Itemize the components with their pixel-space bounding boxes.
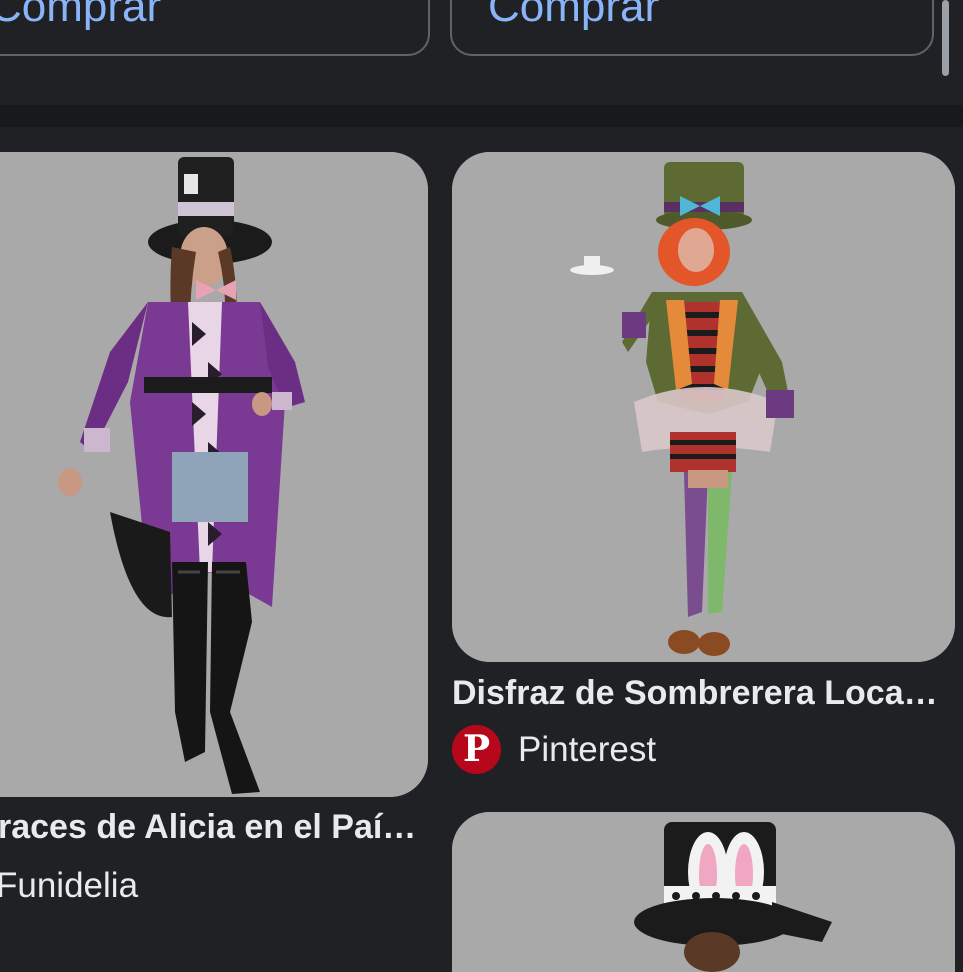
result-source-funidelia[interactable]: Funidelia xyxy=(0,866,138,906)
result-image-funidelia[interactable] xyxy=(0,152,428,797)
result-image-pinterest[interactable] xyxy=(452,152,955,662)
shopping-actions-strip: Comprar Comprar xyxy=(0,0,963,105)
result-source-pinterest[interactable]: Pinterest xyxy=(518,730,656,770)
scrollbar-thumb[interactable] xyxy=(942,0,949,76)
costume-green-hatter-illustration xyxy=(452,152,955,662)
costume-bunny-hat-illustration xyxy=(452,812,955,972)
buy-button-right-label: Comprar xyxy=(488,0,660,31)
pinterest-icon: P xyxy=(452,725,501,774)
result-image-third[interactable] xyxy=(452,812,955,972)
section-divider xyxy=(0,105,963,127)
buy-button-left-label: Comprar xyxy=(0,0,162,31)
result-title-pinterest[interactable]: Disfraz de Sombrerera Loca… xyxy=(452,674,952,713)
buy-button-right[interactable]: Comprar xyxy=(450,0,934,56)
result-title-funidelia[interactable]: races de Alicia en el Paí… xyxy=(0,808,428,847)
buy-button-left[interactable]: Comprar xyxy=(0,0,430,56)
costume-purple-hatter-illustration xyxy=(0,152,428,797)
